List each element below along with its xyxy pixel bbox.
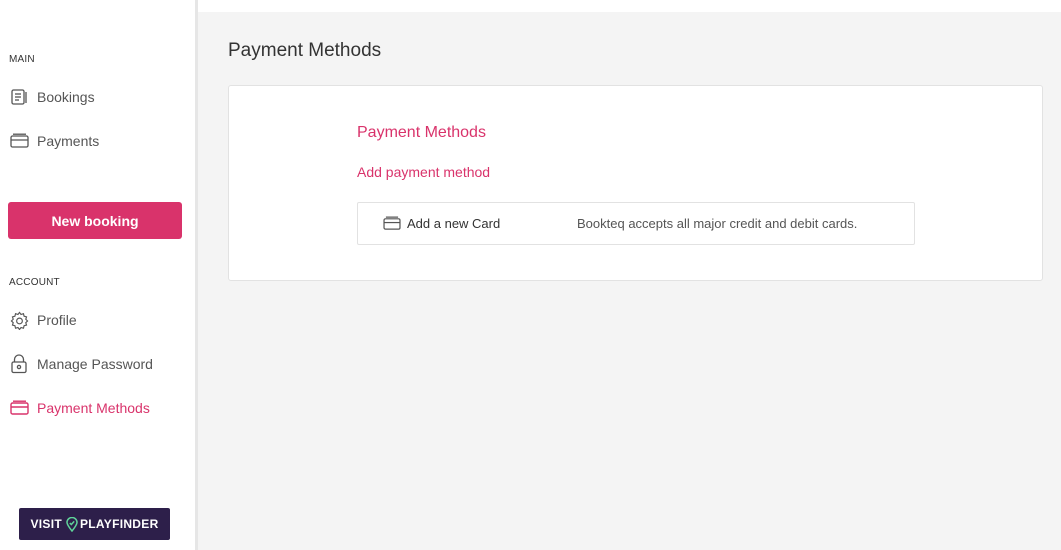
payment-methods-card: Payment Methods Add payment method Add a… [228, 85, 1043, 281]
sidebar-item-label: Profile [37, 312, 77, 328]
add-new-card-option[interactable]: Add a new Card Bookteq accepts all major… [357, 202, 915, 245]
card-icon [9, 131, 29, 151]
card-title: Payment Methods [357, 124, 486, 141]
sidebar-item-label: Manage Password [37, 356, 153, 372]
sidebar-item-profile[interactable]: Profile [9, 307, 77, 333]
visit-label: VISIT [30, 517, 62, 531]
section-label-main: MAIN [9, 54, 35, 65]
sidebar-item-label: Bookings [37, 89, 95, 105]
card-acceptance-description: Bookteq accepts all major credit and deb… [577, 216, 858, 231]
section-label-account: ACCOUNT [9, 277, 60, 288]
add-new-card-label: Add a new Card [407, 216, 501, 231]
playfinder-brand-label: PLAYFINDER [79, 517, 159, 531]
main-content: Payment Methods Payment Methods Add paym… [198, 12, 1061, 550]
sidebar-item-label: Payments [37, 133, 100, 149]
sidebar-item-manage-password[interactable]: Manage Password [9, 351, 153, 377]
sidebar-item-payment-methods[interactable]: Payment Methods [9, 395, 150, 421]
card-icon [9, 398, 29, 418]
sidebar-item-label: Payment Methods [37, 400, 150, 416]
lock-icon [9, 354, 29, 374]
gear-icon [9, 310, 29, 330]
sidebar-item-bookings[interactable]: Bookings [9, 84, 95, 110]
new-booking-button[interactable]: New booking [8, 202, 182, 239]
location-pin-icon [66, 516, 78, 532]
card-icon [383, 215, 401, 233]
page-title: Payment Methods [228, 40, 382, 61]
visit-playfinder-badge[interactable]: VISIT PLAYFINDER [19, 508, 170, 540]
add-payment-method-link[interactable]: Add payment method [357, 164, 490, 180]
sidebar-item-payments[interactable]: Payments [9, 128, 99, 154]
sidebar: MAIN Bookings Payments New booking ACCOU… [0, 0, 195, 550]
bookings-icon [9, 87, 29, 107]
